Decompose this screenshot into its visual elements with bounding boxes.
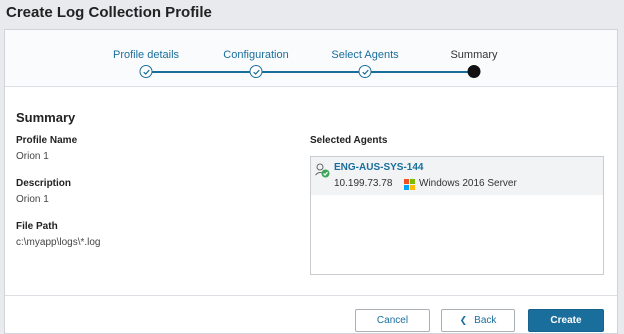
step-dot-configuration[interactable] [249, 65, 263, 78]
agent-list-item[interactable]: ENG-AUS-SYS-144 10.199.73.78 Windows 201… [311, 157, 603, 195]
page-title: Create Log Collection Profile [6, 4, 212, 21]
cancel-button-label: Cancel [376, 315, 409, 326]
agent-name-link[interactable]: ENG-AUS-SYS-144 [334, 162, 423, 173]
step-label-configuration[interactable]: Configuration [223, 49, 288, 61]
back-button-label: Back [474, 315, 497, 326]
step-connector [256, 71, 365, 73]
cancel-button[interactable]: Cancel [355, 309, 430, 332]
wizard-stepper: Profile details Configuration Select Age… [5, 30, 617, 87]
step-label-select-agents[interactable]: Select Agents [331, 49, 398, 61]
agent-ip: 10.199.73.78 [334, 178, 393, 189]
profile-name-label: Profile Name [16, 135, 78, 146]
file-path-label: File Path [16, 221, 58, 232]
wizard-dialog: Profile details Configuration Select Age… [4, 29, 618, 334]
dialog-footer: Cancel ❮ Back Create [5, 295, 617, 333]
check-icon [361, 69, 369, 75]
back-button[interactable]: ❮ Back [441, 309, 515, 332]
agent-online-icon [315, 163, 330, 178]
step-dot-summary [467, 65, 481, 78]
selected-agents-label: Selected Agents [310, 135, 388, 146]
section-title: Summary [16, 110, 76, 125]
create-button[interactable]: Create [528, 309, 604, 332]
description-label: Description [16, 178, 72, 189]
description-value: Orion 1 [16, 194, 49, 205]
check-icon [252, 69, 260, 75]
step-dot-profile-details[interactable] [139, 65, 153, 78]
agent-os: Windows 2016 Server [419, 178, 517, 189]
step-connector [365, 71, 474, 73]
step-connector [146, 71, 256, 73]
chevron-left-icon: ❮ [459, 315, 468, 325]
selected-agents-list[interactable]: ENG-AUS-SYS-144 10.199.73.78 Windows 201… [310, 156, 604, 275]
file-path-value: c:\myapp\logs\*.log [16, 237, 101, 248]
step-dot-select-agents[interactable] [358, 65, 372, 78]
create-button-label: Create [550, 315, 582, 326]
step-label-summary: Summary [450, 49, 498, 61]
check-icon [142, 69, 150, 75]
windows-icon [404, 179, 415, 190]
profile-name-value: Orion 1 [16, 151, 49, 162]
step-label-profile-details[interactable]: Profile details [113, 49, 179, 61]
